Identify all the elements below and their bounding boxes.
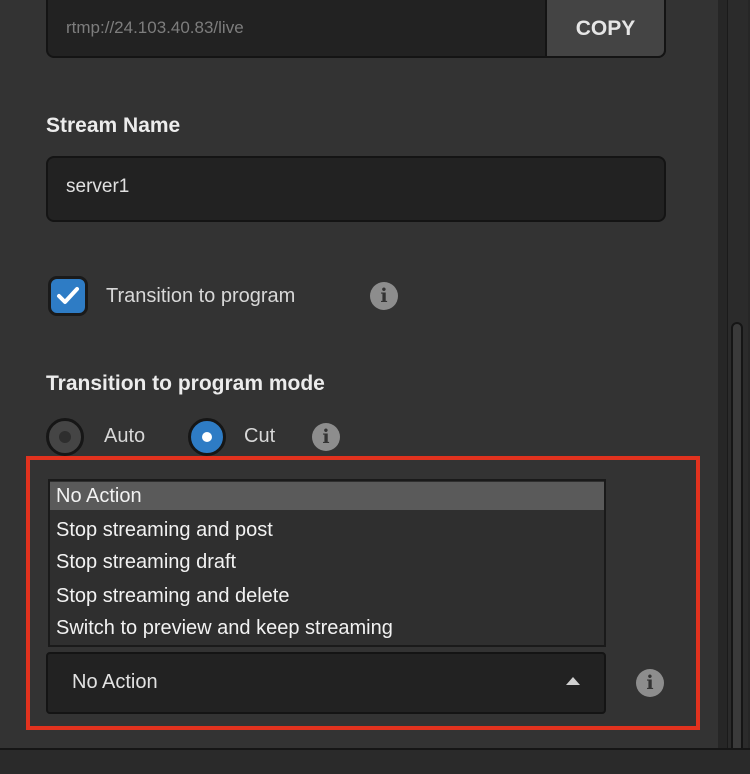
scrollbar-thumb[interactable] xyxy=(731,322,743,756)
radio-auto[interactable] xyxy=(46,418,84,456)
chevron-up-icon xyxy=(566,677,580,685)
transition-mode-label: Transition to program mode xyxy=(46,372,325,395)
bottom-divider xyxy=(0,748,750,774)
stream-name-label: Stream Name xyxy=(46,114,181,137)
info-icon[interactable]: i xyxy=(312,423,340,451)
radio-cut-label: Cut xyxy=(244,425,276,447)
dropdown-option[interactable]: No Action xyxy=(50,482,604,510)
dropdown-option[interactable]: Switch to preview and keep streaming xyxy=(56,614,393,642)
info-icon[interactable]: i xyxy=(636,669,664,697)
dropdown-option[interactable]: Stop streaming draft xyxy=(56,548,236,576)
dropdown-option[interactable]: Stop streaming and delete xyxy=(56,582,290,610)
dropdown-selected-value: No Action xyxy=(72,671,158,693)
stream-url-value: rtmp://24.103.40.83/live xyxy=(66,18,244,37)
dropdown-option[interactable]: Stop streaming and post xyxy=(56,516,273,544)
copy-button[interactable]: COPY xyxy=(545,0,666,58)
radio-auto-label: Auto xyxy=(104,425,146,447)
radio-cut[interactable] xyxy=(188,418,226,456)
transition-to-program-label: Transition to program xyxy=(106,285,296,307)
info-icon[interactable]: i xyxy=(370,282,398,310)
stream-name-input[interactable] xyxy=(46,156,666,222)
checkmark-icon xyxy=(57,287,79,304)
stream-name-value: server1 xyxy=(66,176,130,197)
